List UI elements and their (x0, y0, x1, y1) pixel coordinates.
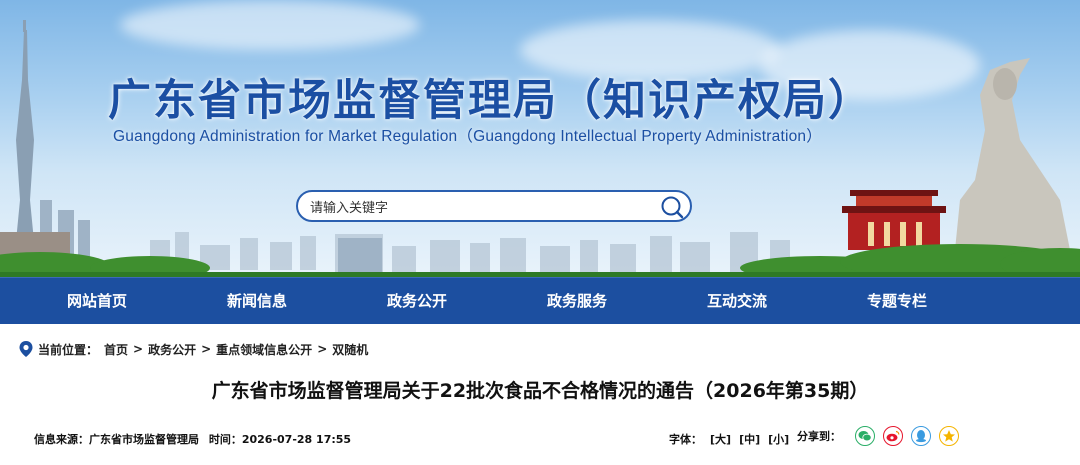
qzone-icon[interactable] (939, 426, 959, 446)
search-box (296, 190, 692, 222)
source-label: 信息来源： (34, 433, 89, 446)
time-label: 时间： (208, 433, 242, 446)
article-title: 广东省市场监督管理局关于22批次食品不合格情况的通告（2026年第35期） (211, 380, 869, 402)
nav-item-gov-services[interactable]: 政务服务 (497, 278, 657, 324)
location-pin-icon (18, 340, 34, 358)
breadcrumb-double-random[interactable]: 双随机 (332, 341, 368, 358)
font-size-control: 字体： [大] [中] [小] (669, 431, 789, 447)
breadcrumb-separator: > (201, 342, 212, 356)
nav-item-home[interactable]: 网站首页 (17, 278, 177, 324)
nav-item-interaction[interactable]: 互动交流 (657, 278, 817, 324)
breadcrumb-separator: > (317, 342, 328, 356)
article-meta: 信息来源：广东省市场监督管理局 时间：2026-07-28 17:55 (34, 431, 357, 447)
search-input[interactable] (308, 196, 652, 220)
source-value: 广东省市场监督管理局 (89, 433, 199, 446)
breadcrumb-prefix: 当前位置： (38, 342, 99, 357)
nav-item-gov-affairs[interactable]: 政务公开 (337, 278, 497, 324)
font-size-small[interactable]: [小] (768, 431, 789, 447)
font-size-label: 字体： (669, 433, 702, 446)
nav-item-topics[interactable]: 专题专栏 (817, 278, 977, 324)
qq-icon[interactable] (911, 426, 931, 446)
breadcrumb: 当前位置： 首页 > 政务公开 > 重点领域信息公开 > 双随机 (18, 339, 368, 359)
header-banner: 广东省市场监督管理局（知识产权局） Guangdong Administrati… (0, 0, 1080, 277)
breadcrumb-key-areas[interactable]: 重点领域信息公开 (216, 341, 312, 358)
nav-item-news[interactable]: 新闻信息 (177, 278, 337, 324)
font-size-medium[interactable]: [中] (739, 431, 760, 447)
search-icon[interactable] (660, 195, 684, 219)
breadcrumb-gov-affairs[interactable]: 政务公开 (148, 341, 196, 358)
breadcrumb-separator: > (133, 342, 144, 356)
font-size-large[interactable]: [大] (710, 431, 731, 447)
main-nav: 网站首页 新闻信息 政务公开 政务服务 互动交流 专题专栏 (0, 277, 1080, 324)
share-label: 分享到： (797, 430, 841, 443)
breadcrumb-home[interactable]: 首页 (104, 341, 128, 358)
wechat-icon[interactable] (855, 426, 875, 446)
site-title: 广东省市场监督管理局（知识产权局） (108, 76, 873, 126)
share-bar: 分享到： (797, 426, 967, 446)
site-subtitle: Guangdong Administration for Market Regu… (113, 128, 822, 145)
weibo-icon[interactable] (883, 426, 903, 446)
time-value: 2026-07-28 17:55 (241, 433, 352, 446)
